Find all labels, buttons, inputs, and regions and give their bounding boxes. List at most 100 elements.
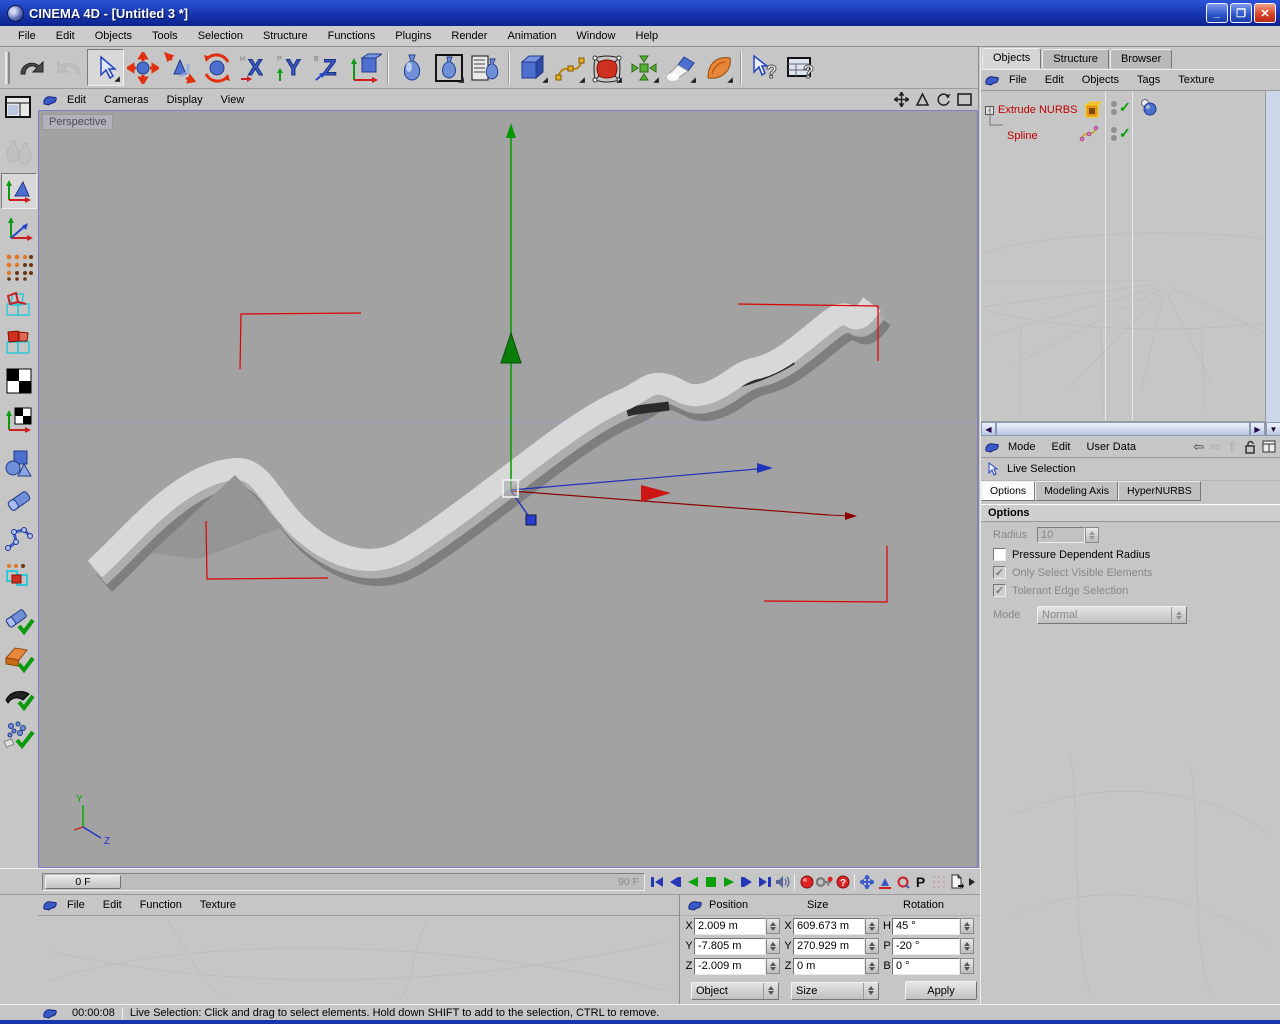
record-rotation-button[interactable] — [894, 872, 911, 891]
stepper[interactable] — [865, 938, 879, 954]
object-name[interactable]: Spline — [1007, 130, 1038, 142]
restore-button[interactable]: ❐ — [1230, 3, 1252, 23]
menu-render[interactable]: Render — [441, 28, 497, 44]
coords-size-dropdown[interactable]: Size — [791, 981, 879, 1000]
tab-structure[interactable]: Structure — [1042, 49, 1109, 69]
am-menu-mode[interactable]: Mode — [1000, 439, 1044, 455]
checkbox-unchecked[interactable] — [993, 548, 1006, 561]
stepper[interactable] — [960, 918, 974, 934]
checkbox-only-select-visible[interactable]: ✓ Only Select Visible Elements — [993, 566, 1280, 579]
document-settings-button[interactable] — [948, 872, 965, 891]
scroll-down-button[interactable]: ▼ — [1266, 422, 1280, 436]
viewport-menu-display[interactable]: Display — [158, 92, 212, 108]
menu-objects[interactable]: Objects — [85, 28, 142, 44]
stepper[interactable] — [865, 958, 879, 974]
rotate-tool-button[interactable] — [198, 49, 235, 86]
enable-check[interactable]: ✓ — [1119, 125, 1131, 142]
tab-browser[interactable]: Browser — [1109, 49, 1173, 69]
menu-structure[interactable]: Structure — [253, 28, 318, 44]
play-backward-button[interactable] — [684, 872, 701, 891]
position-z-input[interactable] — [694, 957, 766, 975]
menu-help[interactable]: Help — [626, 28, 669, 44]
rotation-p-input[interactable] — [892, 937, 960, 955]
mat-menu-edit[interactable]: Edit — [94, 897, 131, 913]
menu-window[interactable]: Window — [566, 28, 625, 44]
om-menu-texture[interactable]: Texture — [1169, 72, 1223, 88]
stepper[interactable] — [960, 958, 974, 974]
checkbox-tolerant-edge-selection[interactable]: ✓ Tolerant Edge Selection — [993, 584, 1280, 597]
am-menu-edit[interactable]: Edit — [1044, 439, 1079, 455]
animation-tool-button[interactable] — [1, 483, 37, 519]
undo-button[interactable] — [13, 49, 50, 86]
prev-frame-button[interactable] — [666, 872, 683, 891]
stepper[interactable] — [865, 918, 879, 934]
viewport-zoom-icon[interactable] — [915, 92, 930, 107]
add-modeling-object-button[interactable] — [625, 49, 662, 86]
generators-toggle-button[interactable] — [1, 717, 37, 753]
workplane-toggle-button[interactable] — [1, 641, 37, 677]
titlebar[interactable]: CINEMA 4D - [Untitled 3 *] _ ❐ ✕ — [0, 0, 1280, 26]
ik-tool-button[interactable] — [1, 521, 37, 557]
redo-button[interactable] — [50, 49, 87, 86]
close-button[interactable]: ✕ — [1254, 3, 1276, 23]
viewport-menu-cameras[interactable]: Cameras — [95, 92, 158, 108]
visibility-dots[interactable] — [1111, 101, 1117, 115]
mat-menu-function[interactable]: Function — [131, 897, 191, 913]
render-settings-button[interactable] — [467, 49, 504, 86]
keyframe-selection-button[interactable] — [930, 872, 947, 891]
viewport-menu-view[interactable]: View — [212, 92, 254, 108]
help-pointer-button[interactable]: ? — [746, 49, 783, 86]
viewport-toggle-icon[interactable] — [957, 92, 972, 107]
layout-switch-button[interactable] — [1, 91, 37, 127]
make-editable-button[interactable] — [1, 135, 37, 171]
live-selection-tool-button[interactable] — [87, 49, 124, 86]
polygon-tool-button[interactable] — [1, 325, 37, 361]
om-menu-tags[interactable]: Tags — [1128, 72, 1169, 88]
mat-menu-texture[interactable]: Texture — [191, 897, 245, 913]
context-help-button[interactable]: ? — [783, 49, 820, 86]
texture-axis-tool-button[interactable] — [1, 401, 37, 437]
menu-edit[interactable]: Edit — [46, 28, 85, 44]
stop-button[interactable] — [702, 872, 719, 891]
sound-toggle-button[interactable] — [774, 872, 791, 891]
record-button[interactable] — [798, 872, 815, 891]
render-active-view-button[interactable] — [430, 49, 467, 86]
next-frame-button[interactable] — [738, 872, 755, 891]
lock-x-axis-button[interactable]: HX — [235, 49, 272, 86]
tab-hypernurbs[interactable]: HyperNURBS — [1117, 481, 1201, 501]
toolbar-grip[interactable] — [5, 51, 10, 84]
tab-modeling-axis[interactable]: Modeling Axis — [1035, 481, 1118, 501]
coordinate-system-button[interactable] — [346, 49, 383, 86]
size-x-input[interactable] — [793, 917, 865, 935]
menu-animation[interactable]: Animation — [497, 28, 566, 44]
phong-tag-icon[interactable] — [1139, 98, 1159, 116]
timeline-track[interactable]: 0 F 90 F — [42, 873, 645, 891]
lock-y-axis-button[interactable]: PY — [272, 49, 309, 86]
extrude-nurbs-icon[interactable] — [1083, 101, 1102, 119]
checkbox-pressure-dependent-radius[interactable]: Pressure Dependent Radius — [993, 548, 1280, 561]
add-nurbs-button[interactable] — [588, 49, 625, 86]
keyframe-help-button[interactable]: ? — [834, 872, 851, 891]
layout-grid-icon[interactable] — [1262, 440, 1276, 453]
am-menu-userdata[interactable]: User Data — [1079, 439, 1145, 455]
position-y-input[interactable] — [694, 937, 766, 955]
enable-check[interactable]: ✓ — [1119, 99, 1131, 116]
rotation-h-input[interactable] — [892, 917, 960, 935]
history-forward-icon[interactable]: ⇨ — [1210, 439, 1221, 455]
scale-tool-button[interactable] — [161, 49, 198, 86]
lock-z-axis-button[interactable]: BZ — [309, 49, 346, 86]
stepper[interactable] — [766, 938, 780, 954]
point-tool-button[interactable] — [1, 249, 37, 285]
viewport-pan-icon[interactable] — [894, 92, 909, 107]
tab-objects[interactable]: Objects — [982, 48, 1042, 69]
history-back-icon[interactable]: ⇦ — [1193, 439, 1204, 455]
record-scale-button[interactable] — [876, 872, 893, 891]
object-tool-button[interactable] — [1, 445, 37, 481]
object-manager-hscrollbar[interactable]: ◀ ▶ — [981, 421, 1265, 436]
stepper[interactable] — [766, 958, 780, 974]
size-z-input[interactable] — [793, 957, 865, 975]
tab-options[interactable]: Options — [981, 481, 1036, 501]
checkbox-checked[interactable]: ✓ — [993, 584, 1006, 597]
edge-tool-button[interactable] — [1, 287, 37, 323]
menu-selection[interactable]: Selection — [188, 28, 253, 44]
